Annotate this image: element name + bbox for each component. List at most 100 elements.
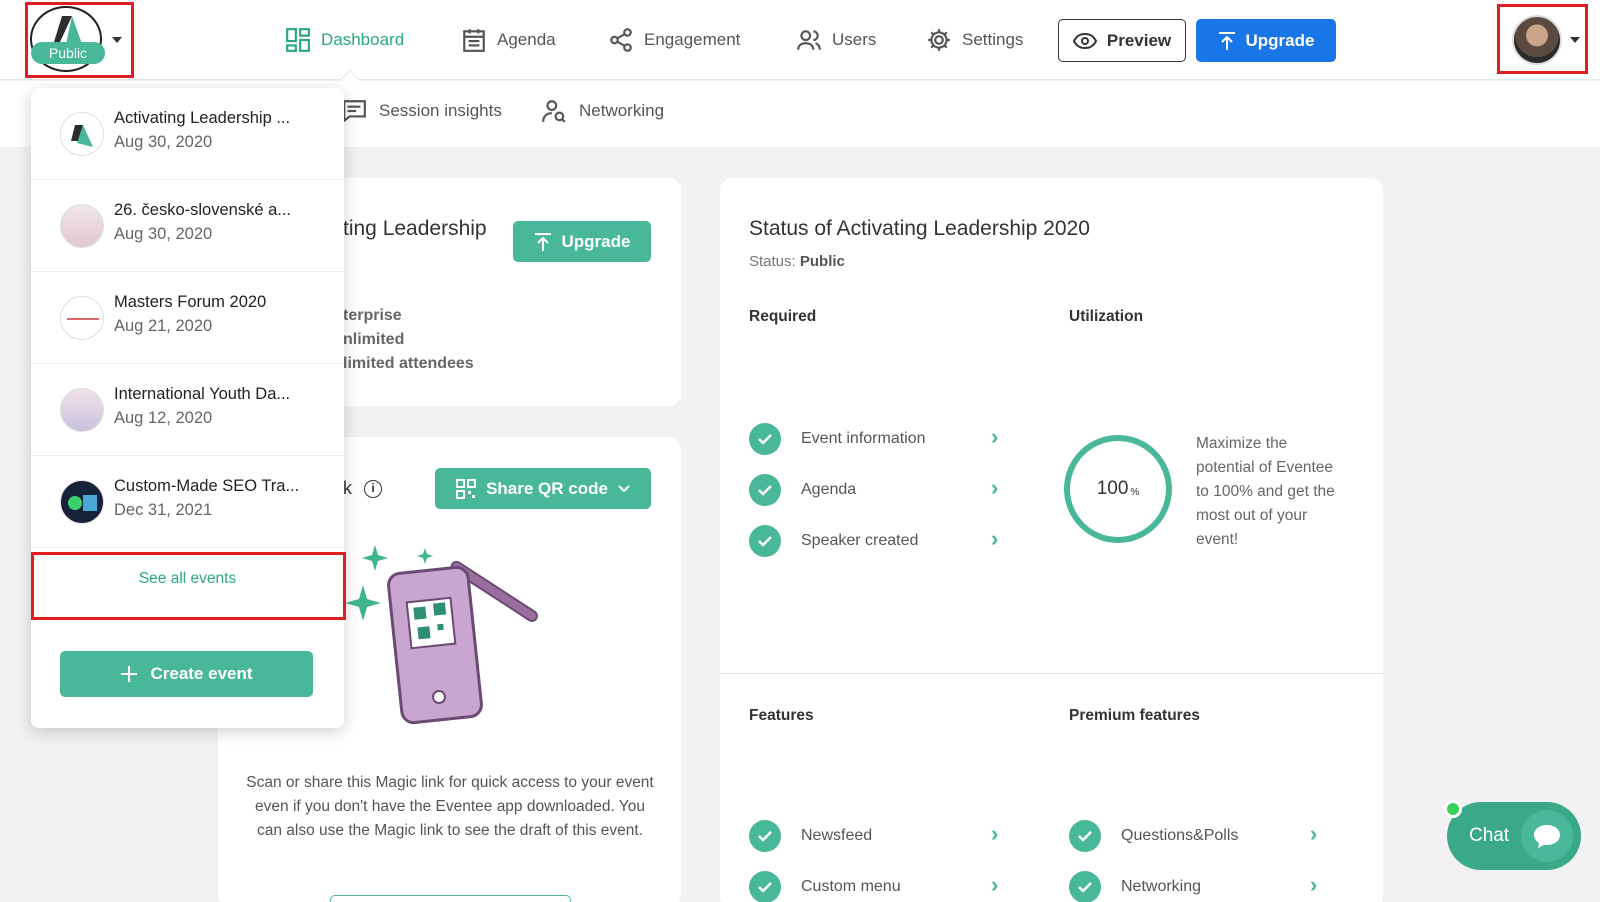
- see-all-events-link[interactable]: See all events: [31, 548, 344, 610]
- upgrade-label: Upgrade: [561, 231, 631, 251]
- premium-feature-item[interactable]: Questions&Polls: [1069, 820, 1238, 852]
- magic-link-button[interactable]: [330, 895, 571, 902]
- avatar[interactable]: [1512, 15, 1562, 65]
- event-list-item[interactable]: Custom-Made SEO Tra... Dec 31, 2021: [31, 456, 344, 548]
- chevron-down-icon: [618, 484, 630, 492]
- event-logo-switcher[interactable]: Public: [30, 6, 106, 72]
- share-label: Share QR code: [486, 478, 608, 498]
- magic-link-description: Scan or share this Magic link for quick …: [246, 774, 654, 839]
- create-event-label: Create event: [150, 664, 253, 683]
- share-qr-code-button[interactable]: Share QR code: [435, 468, 651, 509]
- plus-icon: [121, 666, 138, 682]
- chevron-right-icon[interactable]: ›: [991, 872, 998, 898]
- chat-label: Chat: [1469, 825, 1510, 846]
- dashboard-grid-icon: [286, 28, 310, 52]
- event-title: ting Leadership: [343, 217, 487, 240]
- event-thumbnail: [60, 204, 104, 248]
- chevron-right-icon[interactable]: ›: [991, 424, 998, 450]
- upgrade-plan-button[interactable]: Upgrade: [513, 221, 651, 262]
- subnav-session-insights[interactable]: Session insights: [341, 98, 502, 124]
- premium-feature-item[interactable]: Networking: [1069, 871, 1201, 902]
- subnav-label: Session insights: [379, 101, 502, 120]
- chevron-right-icon[interactable]: ›: [1310, 821, 1317, 847]
- required-item[interactable]: Speaker created: [749, 525, 918, 557]
- status-value: Public: [799, 253, 845, 270]
- status-title: Status of Activating Leadership 2020: [749, 217, 1090, 240]
- check-icon: [1069, 871, 1101, 902]
- status-label: Status:: [749, 253, 796, 270]
- event-list-item[interactable]: 26. česko-slovenské a... Aug 30, 2020: [31, 180, 344, 272]
- subnav-networking[interactable]: Networking: [541, 98, 664, 124]
- feature-item[interactable]: Custom menu: [749, 871, 901, 902]
- premium-features-heading: Premium features: [1069, 707, 1200, 724]
- event-date: Aug 30, 2020: [114, 133, 213, 151]
- check-icon: [749, 423, 781, 455]
- nav-settings[interactable]: Settings: [926, 24, 1023, 56]
- event-date: Aug 12, 2020: [114, 409, 213, 427]
- divider: [720, 673, 1383, 674]
- event-thumbnail: [60, 480, 104, 524]
- nav-agenda[interactable]: Agenda: [461, 24, 556, 56]
- preview-button[interactable]: Preview: [1058, 19, 1186, 62]
- event-date: Aug 21, 2020: [114, 317, 213, 335]
- status-line: Status: Public: [749, 253, 845, 270]
- required-item[interactable]: Agenda: [749, 474, 856, 506]
- features-heading: Features: [749, 707, 814, 724]
- nav-engagement[interactable]: Engagement: [608, 24, 740, 56]
- nav-label: Users: [832, 30, 877, 49]
- upgrade-button[interactable]: Upgrade: [1196, 19, 1336, 62]
- phone-qr-illustration: [345, 545, 538, 725]
- chevron-right-icon[interactable]: ›: [991, 821, 998, 847]
- event-list-item[interactable]: Activating Leadership ... Aug 30, 2020: [31, 88, 344, 180]
- chevron-right-icon[interactable]: ›: [991, 475, 998, 501]
- create-event-button[interactable]: Create event: [60, 651, 313, 697]
- event-thumbnail: [60, 112, 104, 156]
- plan-line: limited attendees: [343, 355, 474, 372]
- required-item-label: Agenda: [801, 481, 857, 498]
- nav-users[interactable]: Users: [796, 24, 876, 56]
- event-name: 26. česko-slovenské a...: [114, 201, 292, 219]
- event-thumbnail: [60, 296, 104, 340]
- status-pill: Public: [31, 42, 105, 64]
- feature-item-label: Newsfeed: [801, 827, 873, 844]
- plan-line: nlimited: [343, 331, 405, 348]
- event-list-item[interactable]: International Youth Da... Aug 12, 2020: [31, 364, 344, 456]
- utilization-text: Maximize the potential of Eventee to 100…: [1196, 435, 1335, 548]
- event-date: Aug 30, 2020: [114, 225, 213, 243]
- subnav-label: Networking: [579, 101, 665, 120]
- upload-arrow-icon: [534, 232, 551, 251]
- event-thumbnail: [60, 388, 104, 432]
- check-icon: [749, 820, 781, 852]
- utilization-ring: 100%: [1064, 435, 1172, 543]
- upgrade-label: Upgrade: [1245, 30, 1315, 50]
- nav-label: Settings: [962, 30, 1024, 49]
- nav-dashboard[interactable]: Dashboard: [285, 24, 404, 56]
- event-list-item[interactable]: Masters Forum 2020 Aug 21, 2020: [31, 272, 344, 364]
- chat-insights-icon: [343, 100, 366, 124]
- chevron-right-icon[interactable]: ›: [1310, 872, 1317, 898]
- eye-icon: [1072, 32, 1097, 49]
- required-item[interactable]: Event information: [749, 423, 926, 455]
- event-name: Custom-Made SEO Tra...: [114, 477, 300, 495]
- check-icon: [749, 474, 781, 506]
- utilization-value: 100: [1096, 478, 1129, 499]
- online-indicator: [1444, 800, 1462, 818]
- nav-label: Engagement: [644, 30, 741, 49]
- magic-link-title: k i: [343, 478, 382, 499]
- required-item-label: Event information: [801, 430, 926, 447]
- chevron-right-icon[interactable]: ›: [991, 526, 998, 552]
- event-date: Dec 31, 2021: [114, 501, 213, 519]
- feature-item[interactable]: Newsfeed: [749, 820, 872, 852]
- top-bar: Public Dashboard Agenda Engagement Users…: [0, 0, 1600, 90]
- event-switcher-dropdown: Activating Leadership ... Aug 30, 2020 2…: [31, 88, 344, 728]
- calendar-icon: [463, 29, 485, 52]
- premium-feature-label: Networking: [1121, 878, 1202, 895]
- info-icon[interactable]: i: [364, 479, 382, 498]
- upload-arrow-icon: [1218, 31, 1235, 50]
- chat-button[interactable]: Chat: [1444, 800, 1581, 870]
- premium-feature-label: Questions&Polls: [1121, 827, 1239, 844]
- nav-label: Agenda: [497, 30, 556, 49]
- event-name: Activating Leadership ...: [114, 109, 291, 127]
- chevron-down-icon[interactable]: [112, 37, 122, 43]
- chevron-down-icon[interactable]: [1570, 37, 1580, 43]
